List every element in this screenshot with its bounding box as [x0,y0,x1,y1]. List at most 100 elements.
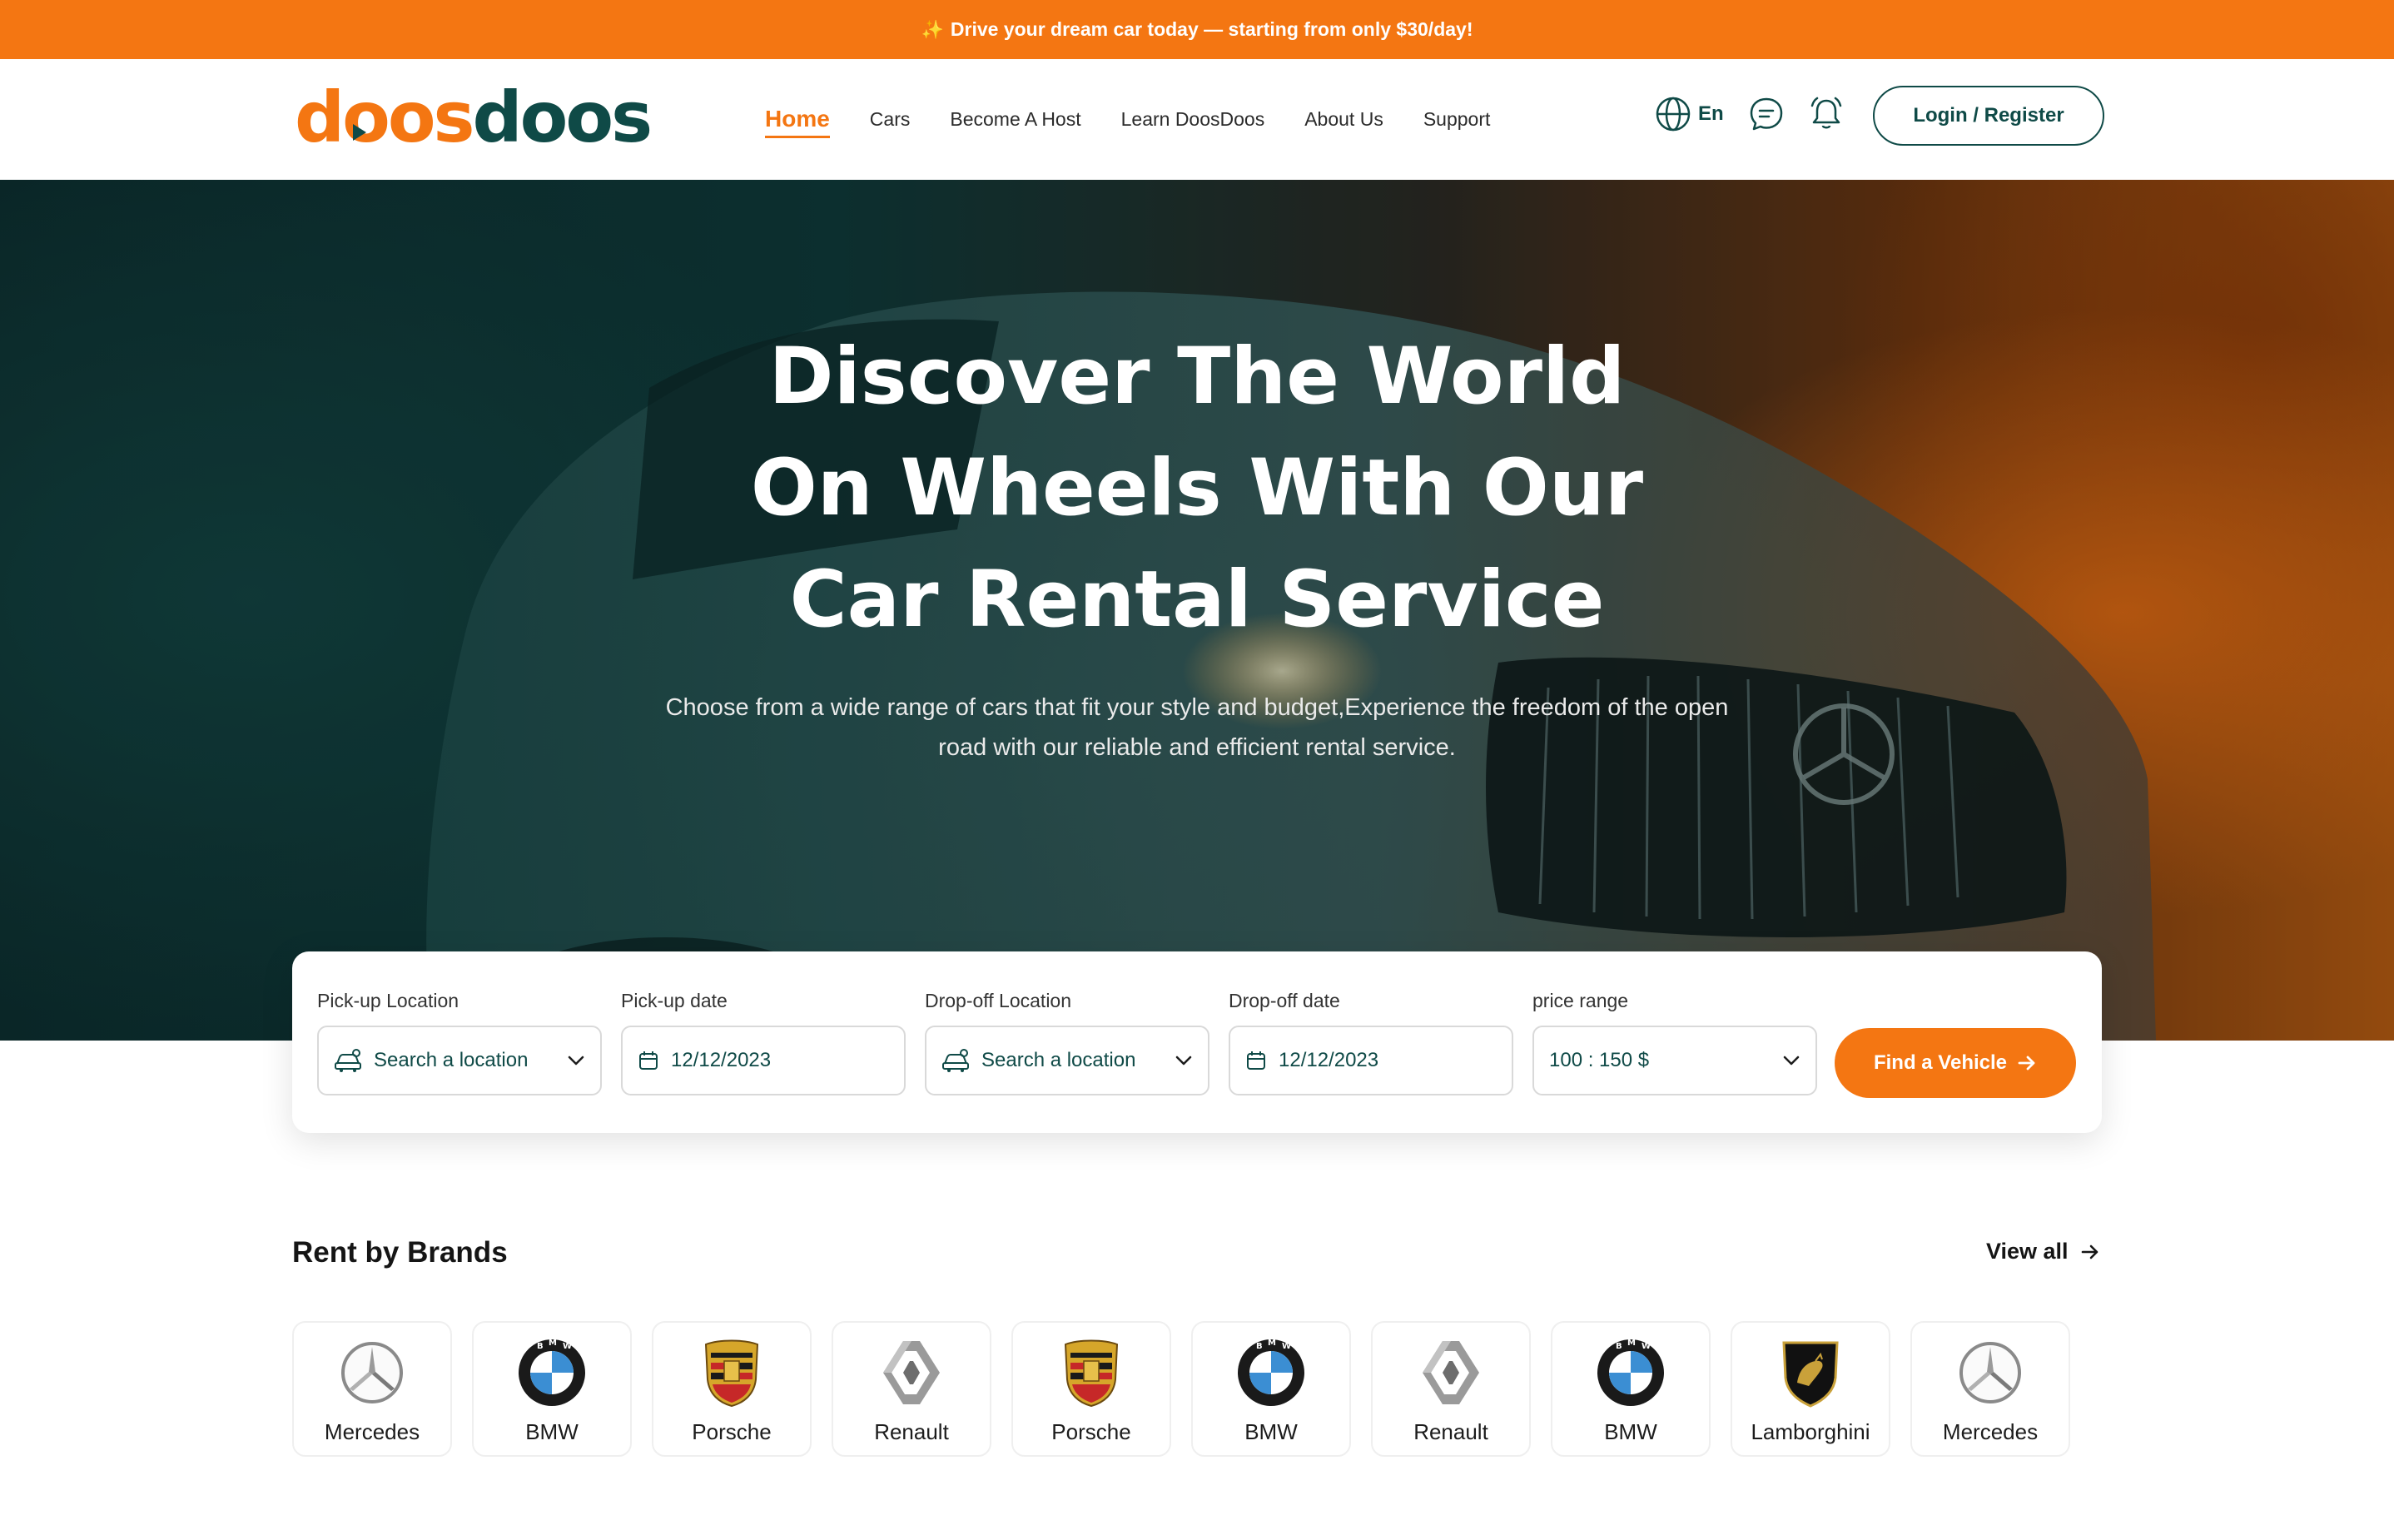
nav-become-a-host[interactable]: Become A Host [950,103,1080,136]
globe-icon [1656,97,1691,132]
brand-card-bmw[interactable]: B M W BMW [1191,1321,1351,1457]
price-range-field: price range 100 : 150 $ [1532,990,1817,1095]
hero-title: Discover The World On Wheels With Our Ca… [750,331,1644,645]
brand-card-bmw[interactable]: B M W BMW [472,1321,632,1457]
sparkle-icon: ✨ [921,18,944,40]
brand-card-porsche[interactable]: Porsche [652,1321,812,1457]
main-nav: Home Cars Become A Host Learn DoosDoos A… [765,59,1530,180]
nav-about-us[interactable]: About Us [1304,103,1383,136]
chat-icon [1750,97,1782,131]
brand-card-renault[interactable]: Renault [1371,1321,1531,1457]
brand-name: BMW [1244,1419,1298,1444]
mercedes-logo-icon [341,1342,403,1403]
dropoff-date-field: Drop-off date 12/12/2023 [1229,990,1513,1095]
pickup-date-label: Pick-up date [621,990,728,1011]
calendar-icon [1247,1051,1265,1070]
svg-text:M: M [1627,1339,1636,1348]
nav-learn-doosdoos[interactable]: Learn DoosDoos [1121,103,1265,136]
dropoff-date-input[interactable]: 12/12/2023 [1229,1026,1513,1095]
hero-subtitle: Choose from a wide range of cars that fi… [665,694,1729,761]
logo-cursor-icon [353,124,366,141]
dropoff-location-select[interactable]: Search a location [925,1026,1209,1095]
renault-logo-icon [1423,1341,1479,1404]
brand-name: BMW [1604,1419,1657,1444]
nav-cars[interactable]: Cars [870,103,911,136]
brand-card-bmw[interactable]: B M W BMW [1551,1321,1711,1457]
dropoff-location-value: Search a location [981,1049,1136,1071]
search-form: Pick-up Location Search a location Pick-… [292,951,2102,1133]
car-location-icon [335,1049,361,1072]
brand-name: Porsche [1051,1419,1131,1444]
pickup-location-label: Pick-up Location [317,990,459,1011]
brand-name: Mercedes [1942,1419,2039,1444]
brand-name: BMW [525,1419,579,1444]
price-range-label: price range [1532,990,1629,1011]
login-register-button[interactable]: Login / Register [1873,86,2104,146]
dropoff-date-label: Drop-off date [1229,990,1340,1011]
svg-text:B: B [537,1342,544,1351]
svg-text:W: W [1282,1342,1291,1351]
brands-section-title: Rent by Brands [292,1236,508,1269]
find-vehicle-button[interactable]: Find a Vehicle [1835,1028,2076,1098]
brands-list: Mercedes B M W BMW Porsche Renault Porsc… [292,1321,2070,1457]
brand-name: Renault [874,1419,949,1444]
arrow-right-icon [2018,1056,2035,1071]
find-vehicle-label: Find a Vehicle [1873,1051,2008,1074]
header-actions: En [1655,95,1867,133]
language-label: En [1698,102,1724,125]
view-all-brands-link[interactable]: View all [1986,1239,2100,1264]
chevron-down-icon [1175,1056,1192,1066]
dropoff-location-label: Drop-off Location [925,990,1072,1011]
site-logo[interactable]: doosdoos [295,82,653,152]
announcement-bar: ✨ Drive your dream car today — starting … [0,0,2394,59]
svg-text:B: B [1616,1342,1622,1351]
dropoff-date-value: 12/12/2023 [1279,1049,1379,1071]
brand-card-renault[interactable]: Renault [832,1321,991,1457]
lamborghini-logo-icon [1782,1341,1839,1408]
brand-card-mercedes[interactable]: Mercedes [292,1321,452,1457]
porsche-logo-icon [704,1339,759,1408]
brand-name: Renault [1413,1419,1488,1444]
pickup-location-field: Pick-up Location Search a location [317,990,602,1095]
nav-support[interactable]: Support [1423,103,1491,136]
porsche-logo-icon [1064,1339,1119,1408]
price-range-select[interactable]: 100 : 150 $ [1532,1026,1817,1095]
brand-card-mercedes[interactable]: Mercedes [1910,1321,2070,1457]
bmw-logo-icon: B M W [519,1339,585,1406]
brand-card-porsche[interactable]: Porsche [1011,1321,1171,1457]
chevron-down-icon [1783,1056,1800,1066]
calendar-icon [639,1051,658,1070]
logo-text-orange: doos [295,77,475,158]
announcement-text: Drive your dream car today — starting fr… [950,18,1473,40]
hero-section: Discover The World On Wheels With Our Ca… [0,180,2394,1041]
site-header: doosdoos Home Cars Become A Host Learn D… [0,59,2394,180]
car-location-icon [942,1049,969,1072]
pickup-date-field: Pick-up date 12/12/2023 [621,990,906,1095]
pickup-location-value: Search a location [374,1049,529,1071]
chevron-down-icon [568,1056,584,1066]
messages-button[interactable] [1747,95,1786,133]
bell-icon [1810,97,1841,129]
brand-name: Porsche [692,1419,772,1444]
logo-text-teal: doos [472,77,653,158]
svg-text:W: W [563,1342,572,1351]
svg-text:W: W [1642,1342,1651,1351]
svg-text:B: B [1256,1342,1263,1351]
price-range-value: 100 : 150 $ [1549,1049,1650,1071]
brand-name: Mercedes [324,1419,420,1444]
renault-logo-icon [883,1341,940,1404]
pickup-date-value: 12/12/2023 [671,1049,772,1071]
pickup-location-select[interactable]: Search a location [317,1026,602,1095]
bmw-logo-icon: B M W [1238,1339,1304,1406]
brand-name: Lamborghini [1751,1419,1870,1444]
notifications-button[interactable] [1807,95,1845,133]
svg-text:M: M [1268,1339,1276,1348]
bmw-logo-icon: B M W [1597,1339,1664,1406]
pickup-date-input[interactable]: 12/12/2023 [621,1026,906,1095]
dropoff-location-field: Drop-off Location Search a location [925,990,1209,1095]
language-selector[interactable]: En [1655,96,1724,132]
svg-text:M: M [549,1339,557,1348]
brand-card-lamborghini[interactable]: Lamborghini [1731,1321,1890,1457]
nav-home[interactable]: Home [765,101,830,138]
arrow-right-icon [2081,1244,2098,1259]
